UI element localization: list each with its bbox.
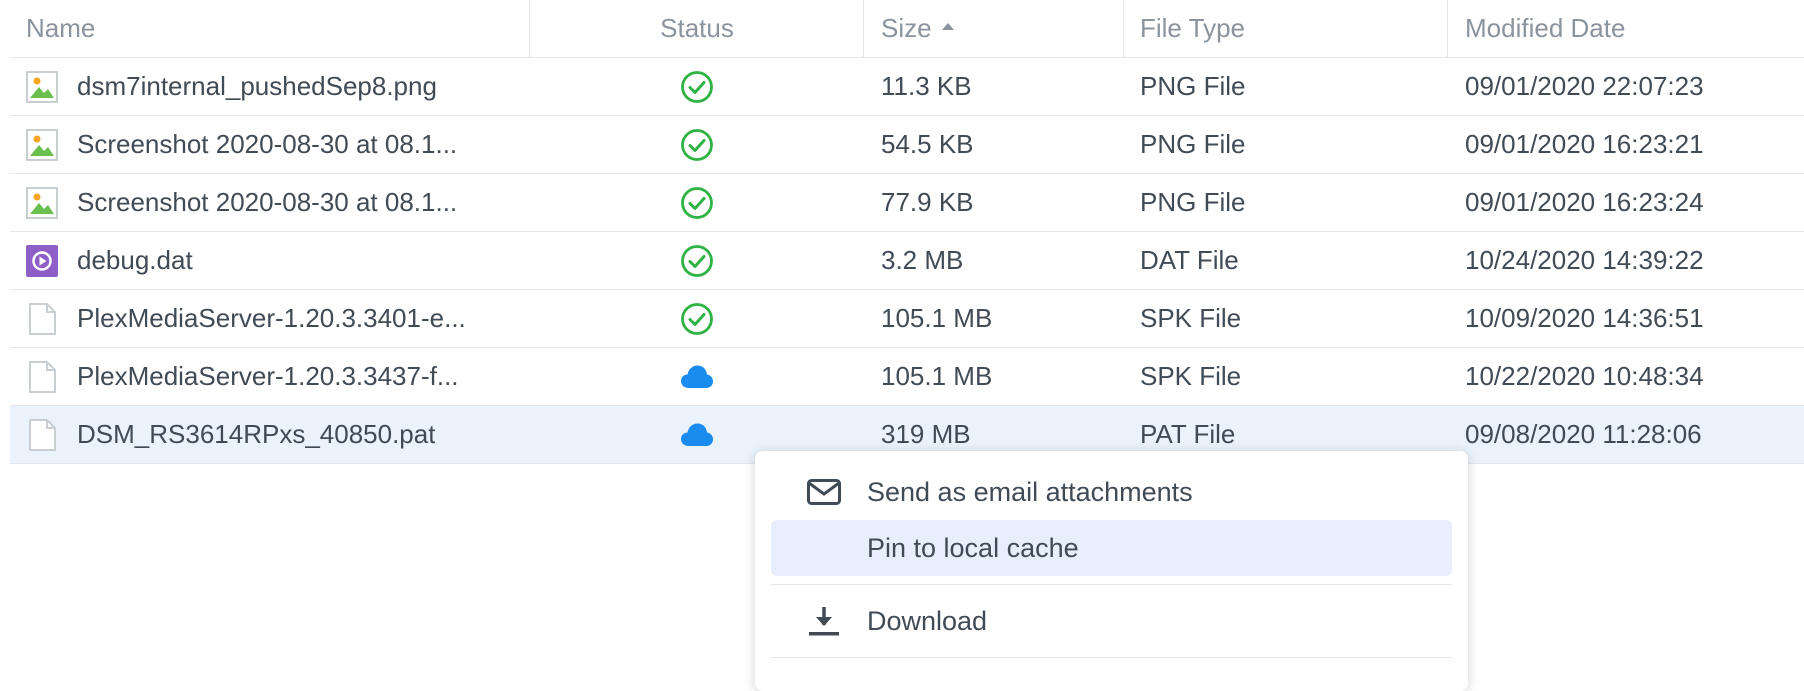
file-name-cell: Screenshot 2020-08-30 at 08.1... [10,174,530,231]
file-name: Screenshot 2020-08-30 at 08.1... [77,129,458,159]
file-size: 11.3 KB [881,71,972,101]
document-icon [26,302,58,335]
column-header-size[interactable]: Size [864,0,1124,57]
cloud-icon [680,364,714,390]
column-header-modified-date[interactable]: Modified Date [1448,0,1804,57]
file-name-cell: DSM_RS3614RPxs_40850.pat [10,406,530,463]
modified-date: 09/08/2020 11:28:06 [1465,419,1702,449]
column-header-name[interactable]: Name [10,0,530,57]
synced-check-icon [680,302,714,336]
file-type: PNG File [1140,187,1246,217]
file-name: Screenshot 2020-08-30 at 08.1... [77,187,458,217]
modified-date: 10/24/2020 14:39:22 [1465,245,1704,275]
column-header-name-label: Name [26,13,96,43]
table-row[interactable]: debug.dat 3.2 MB DAT File 10/24/2020 14:39:… [10,232,1804,290]
context-menu: Send as email attachments Pin to local c… [755,451,1468,691]
file-name: debug.dat [77,245,193,275]
table-row[interactable]: PlexMediaServer-1.20.3.3401-e... 105.1 MB… [10,290,1804,348]
status-cell [530,58,864,115]
file-name: DSM_RS3614RPxs_40850.pat [77,419,436,449]
modified-date: 09/01/2020 16:23:21 [1465,129,1704,159]
file-name-cell: PlexMediaServer-1.20.3.3401-e... [10,290,530,347]
file-name: PlexMediaServer-1.20.3.3401-e... [77,303,466,333]
cloud-icon [680,422,714,448]
column-header-size-label: Size [881,13,932,43]
synced-check-icon [680,244,714,278]
modified-date: 10/22/2020 10:48:34 [1465,361,1704,391]
download-menu-item[interactable]: Download [771,593,1452,649]
modified-date: 09/01/2020 16:23:24 [1465,187,1704,217]
sort-ascending-icon [941,23,954,30]
menu-divider [771,584,1452,585]
column-header-status[interactable]: Status [530,0,864,57]
file-size: 3.2 MB [881,245,964,275]
file-type: PNG File [1140,71,1246,101]
column-header-status-label: Status [660,13,734,43]
menu-divider [771,657,1452,658]
table-row[interactable]: Screenshot 2020-08-30 at 08.1... 77.9 KB P… [10,174,1804,232]
file-name-cell: dsm7internal_pushedSep8.png [10,58,530,115]
image-icon [26,186,58,219]
synced-check-icon [680,70,714,104]
file-name-cell: debug.dat [10,232,530,289]
status-cell [530,174,864,231]
file-type: SPK File [1140,303,1242,333]
file-name-cell: PlexMediaServer-1.20.3.3437-f... [10,348,530,405]
download-icon [807,605,841,637]
pin-local-cache-label: Pin to local cache [867,532,1079,563]
synced-check-icon [680,128,714,162]
send-email-label: Send as email attachments [867,476,1193,507]
media-file-icon [26,244,58,277]
modified-date: 09/01/2020 22:07:23 [1465,71,1704,101]
status-cell [530,116,864,173]
file-type: DAT File [1140,245,1239,275]
send-email-menu-item[interactable]: Send as email attachments [771,464,1452,520]
table-body: dsm7internal_pushedSep8.png 11.3 KB PNG Fi… [10,58,1804,464]
synced-check-icon [680,186,714,220]
file-size: 105.1 MB [881,361,993,391]
status-cell [530,290,864,347]
download-label: Download [867,605,988,636]
pin-local-cache-menu-item[interactable]: Pin to local cache [771,520,1452,576]
file-name-cell: Screenshot 2020-08-30 at 08.1... [10,116,530,173]
file-list-table: Name Status Size File Type Modified Date… [10,0,1804,464]
document-icon [26,418,58,451]
file-size: 105.1 MB [881,303,993,333]
envelope-icon [807,476,841,508]
file-size: 77.9 KB [881,187,974,217]
image-icon [26,128,58,161]
table-row[interactable]: Screenshot 2020-08-30 at 08.1... 54.5 KB P… [10,116,1804,174]
column-header-file-type[interactable]: File Type [1124,0,1448,57]
status-cell [530,348,864,405]
file-size: 54.5 KB [881,129,974,159]
column-header-file-type-label: File Type [1140,13,1246,43]
column-header-modified-date-label: Modified Date [1465,13,1626,43]
table-row[interactable]: dsm7internal_pushedSep8.png 11.3 KB PNG Fi… [10,58,1804,116]
file-type: SPK File [1140,361,1242,391]
file-type: PNG File [1140,129,1246,159]
file-name: dsm7internal_pushedSep8.png [77,71,437,101]
modified-date: 10/09/2020 14:36:51 [1465,303,1704,333]
document-icon [26,360,58,393]
status-cell [530,232,864,289]
file-name: PlexMediaServer-1.20.3.3437-f... [77,361,459,391]
table-row[interactable]: PlexMediaServer-1.20.3.3437-f... 105.1 MB… [10,348,1804,406]
image-icon [26,70,58,103]
table-header: Name Status Size File Type Modified Date [10,0,1804,58]
